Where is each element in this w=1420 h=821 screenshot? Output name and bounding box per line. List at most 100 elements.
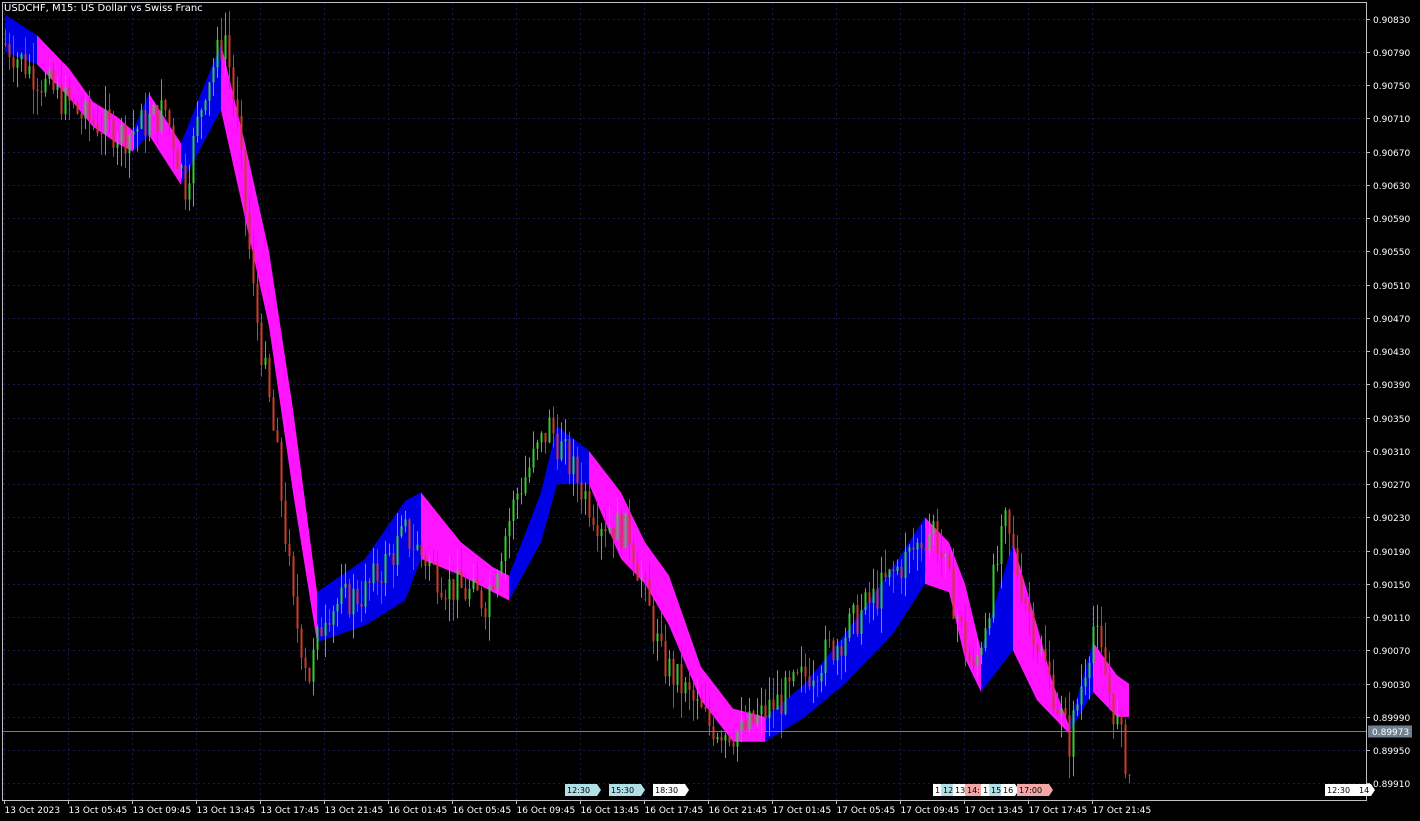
y-tick-label: 0.90350: [1373, 415, 1410, 425]
candle-body: [224, 35, 227, 60]
candle-body: [996, 564, 999, 565]
session-marker-label: 14:: [967, 786, 980, 795]
candle-body: [356, 588, 359, 604]
candle-body: [708, 708, 711, 727]
candle: [784, 670, 787, 716]
candle-body: [684, 682, 687, 694]
candle-body: [56, 84, 59, 90]
candle-body: [112, 119, 115, 148]
candle-body: [632, 544, 635, 564]
candle-body: [700, 699, 703, 708]
candle-body: [440, 592, 443, 598]
symbol-description: US Dollar vs Swiss Franc: [80, 3, 203, 14]
session-marker-label: 15: [991, 786, 1001, 795]
candle-body: [804, 666, 807, 677]
y-tick-label: 0.90710: [1373, 115, 1410, 125]
y-tick-label: 0.90630: [1373, 182, 1410, 192]
candle-body: [704, 707, 707, 709]
x-tick-label: 16 Oct 17:45: [645, 806, 704, 816]
candle-body: [880, 572, 883, 609]
candle-body: [748, 711, 751, 730]
candle-body: [956, 616, 959, 619]
candle-body: [204, 100, 207, 111]
candle-body: [572, 456, 575, 475]
candle-body: [20, 54, 23, 60]
candle-body: [392, 553, 395, 565]
y-tick-label: 0.90510: [1373, 282, 1410, 292]
x-tick-label: 17 Oct 05:45: [837, 806, 896, 816]
y-tick-label: 0.90110: [1373, 614, 1410, 624]
candle-body: [268, 357, 271, 398]
candle-body: [424, 555, 427, 566]
candle-body: [912, 547, 915, 550]
y-tick-label: 0.90310: [1373, 448, 1410, 458]
candle-body: [736, 732, 739, 747]
candle-body: [324, 622, 327, 636]
chart-window[interactable]: 0.90830 0.90790 0.90750 0.90710 0.90670 0.906…: [0, 0, 1420, 821]
x-tick-label: 16 Oct 01:45: [389, 806, 448, 816]
candle-body: [388, 553, 391, 555]
candle-body: [1100, 625, 1103, 648]
chart-title: USDCHF, M15: US Dollar vs Swiss Franc: [4, 3, 207, 15]
candle-body: [780, 694, 783, 714]
candle-body: [328, 622, 331, 625]
candle-body: [1108, 675, 1111, 694]
candle-body: [932, 521, 935, 535]
y-tick-label: 0.90830: [1373, 16, 1410, 26]
candle-body: [272, 397, 275, 431]
candle-body: [768, 699, 771, 719]
candle-body: [1048, 661, 1051, 675]
y-tick-label: 0.90230: [1373, 514, 1410, 524]
candle-body: [1120, 715, 1123, 725]
candle-body: [1028, 604, 1031, 613]
session-marker-label: 18:30: [655, 786, 678, 795]
candle-body: [220, 40, 223, 60]
candle-body: [636, 563, 639, 581]
candle-body: [260, 322, 263, 366]
session-marker-label: 13: [955, 786, 965, 795]
candle-body: [1104, 647, 1107, 675]
x-tick-label: 17 Oct 21:45: [1093, 806, 1152, 816]
x-tick-label: 16 Oct 05:45: [453, 806, 512, 816]
candle-body: [516, 493, 519, 500]
candle-body: [100, 133, 103, 135]
candle-body: [396, 536, 399, 565]
candle-body: [644, 578, 647, 580]
candle-body: [756, 714, 759, 724]
candle-body: [472, 578, 475, 589]
candle-body: [620, 514, 623, 548]
candle-body: [1064, 708, 1067, 716]
candle-body: [300, 628, 303, 658]
x-tick-label: 16 Oct 21:45: [709, 806, 768, 816]
candle-body: [792, 672, 795, 682]
candle-body: [568, 439, 571, 475]
candle-body: [904, 551, 907, 578]
price-chart[interactable]: 0.90830 0.90790 0.90750 0.90710 0.90670 0.906…: [0, 0, 1420, 821]
candle-body: [892, 569, 895, 572]
candle-body: [464, 587, 467, 600]
candle-body: [948, 554, 951, 568]
candle-body: [432, 561, 435, 563]
x-tick-label: 13 Oct 13:45: [197, 806, 256, 816]
candle-body: [8, 43, 11, 58]
candle-body: [156, 105, 159, 131]
candle-body: [900, 566, 903, 578]
candle-body: [48, 70, 51, 79]
candle-body: [728, 735, 731, 743]
candle-body: [676, 664, 679, 685]
candle-body: [752, 711, 755, 724]
y-tick-label: 0.90430: [1373, 348, 1410, 358]
candle-body: [412, 548, 415, 550]
candle-body: [596, 525, 599, 536]
candle-body: [200, 110, 203, 117]
session-marker-label: 16: [1003, 786, 1013, 795]
candle-body: [692, 689, 695, 701]
x-tick-label: 16 Oct 13:45: [581, 806, 640, 816]
candle-body: [348, 583, 351, 615]
candle-body: [808, 676, 811, 687]
candle: [1124, 718, 1127, 779]
y-tick-label: 0.90190: [1373, 548, 1410, 558]
candle-body: [1000, 526, 1003, 564]
candle-body: [1080, 686, 1083, 705]
session-marker-label: 12:30: [567, 786, 590, 795]
